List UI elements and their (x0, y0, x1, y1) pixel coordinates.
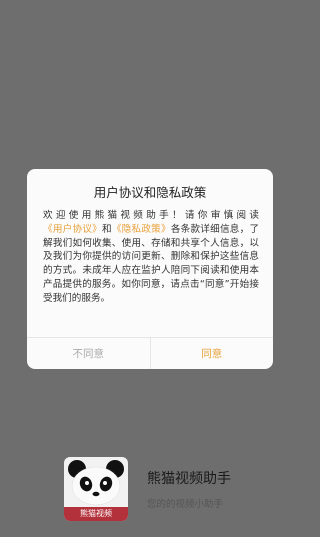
accept-button[interactable]: 同意 (151, 338, 274, 369)
app-name: 熊猫视频助手 (147, 471, 231, 487)
user-agreement-link[interactable]: 《用户协议》 (43, 224, 102, 235)
and-text: 和 (101, 223, 112, 235)
app-slogan: 您的的视频小助手 (147, 499, 224, 510)
privacy-dialog: 用户协议和隐私政策 欢迎使用熊猫视频助手！请你审慎阅读《用户协议》和《隐私政策》… (27, 169, 273, 369)
dialog-title: 用户协议和隐私政策 (93, 185, 207, 200)
dialog-intro-text: 欢迎使用熊猫视频助手！请你审慎阅读 (43, 210, 259, 221)
app-icon-caption: 熊猫视频 (64, 507, 128, 521)
dialog-body-text: 各条款详细信息，了解我们如何收集、使用、存储和共享个人信息，以及我们为你提供的访… (43, 223, 260, 304)
dialog-button-row: 不同意 同意 (27, 337, 273, 369)
privacy-policy-link[interactable]: 《隐私政策》 (112, 224, 171, 235)
app-icon: 熊猫视频 (64, 457, 128, 521)
decline-button[interactable]: 不同意 (27, 338, 151, 369)
panda-icon (68, 460, 124, 506)
dialog-body: 欢迎使用熊猫视频助手！请你审慎阅读《用户协议》和《隐私政策》各条款详细信息，了解… (43, 209, 259, 306)
